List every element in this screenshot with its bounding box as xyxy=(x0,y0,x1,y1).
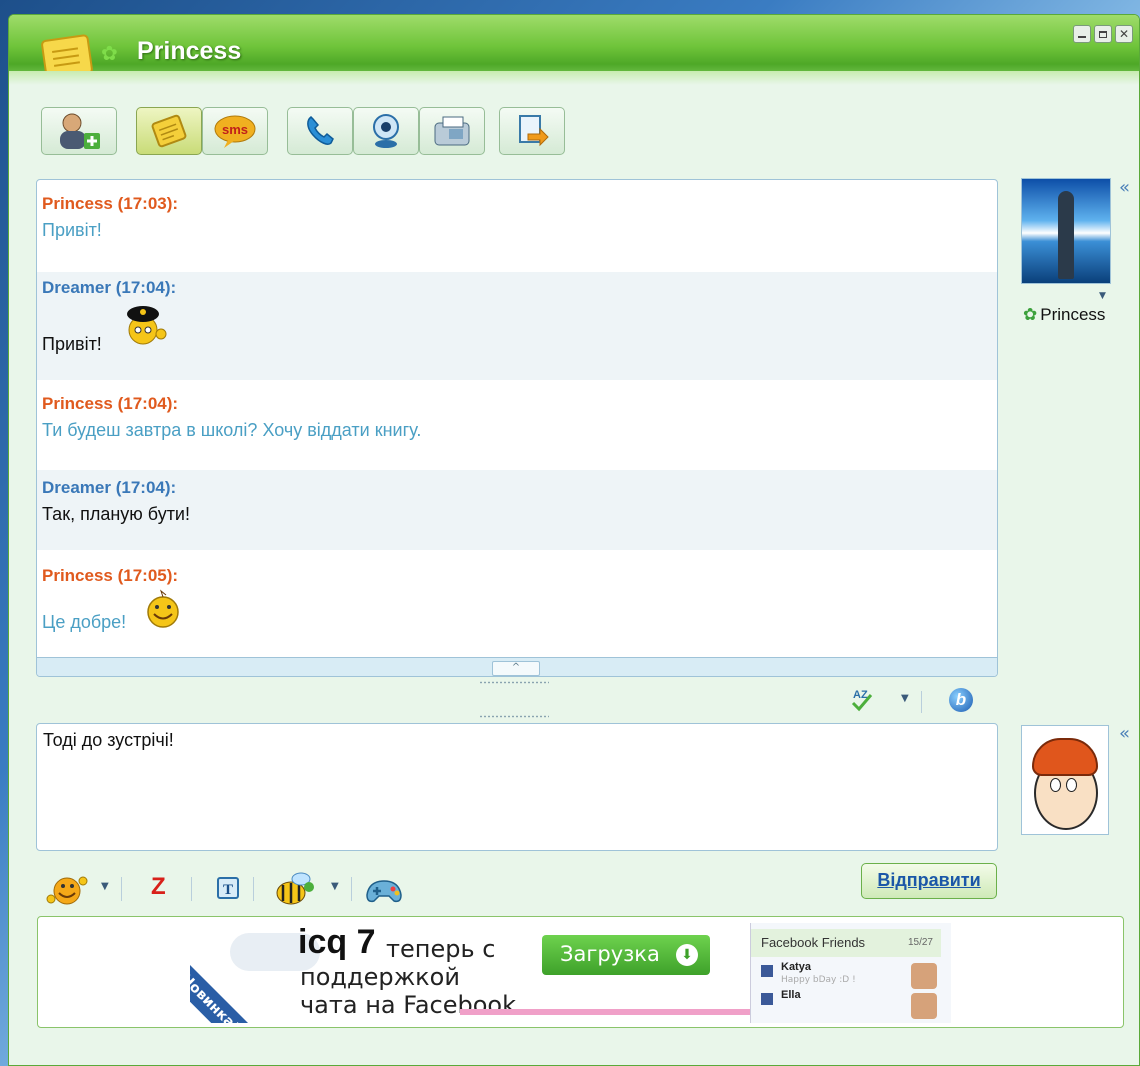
facebook-friend-photo xyxy=(911,963,937,989)
facebook-icon xyxy=(761,993,773,1005)
fax-icon xyxy=(434,116,470,146)
send-button[interactable]: Відправити xyxy=(861,863,997,899)
clover-status-icon: ✿ xyxy=(101,41,118,65)
gamepad-icon[interactable] xyxy=(361,871,407,909)
toolbar-divider xyxy=(253,877,254,901)
facebook-friends-count: 15/27 xyxy=(907,937,933,948)
message-sender: Dreamer (17:04): xyxy=(42,278,177,297)
ad-decor-bar xyxy=(460,1009,760,1015)
emoticons-icon[interactable] xyxy=(43,871,93,907)
facebook-friend-photo xyxy=(911,993,937,1019)
message-input[interactable]: Тоді до зустрічі! xyxy=(36,723,998,851)
note-icon xyxy=(151,114,187,148)
message-sender: Dreamer (17:04): xyxy=(42,478,177,497)
message-input-text[interactable]: Тоді до зустрічі! xyxy=(43,730,174,751)
bee-icon[interactable] xyxy=(271,869,317,909)
facebook-icon xyxy=(761,965,773,977)
sms-icon: sms xyxy=(214,115,256,148)
spellcheck-icon[interactable]: AZ xyxy=(849,685,883,715)
call-button[interactable] xyxy=(287,107,353,155)
contact-name[interactable]: ✿ Princess xyxy=(1023,305,1105,325)
nudge-button[interactable]: Z xyxy=(151,873,166,901)
sms-button[interactable]: sms xyxy=(202,107,268,155)
collapse-button[interactable]: ^ xyxy=(492,661,540,676)
phone-icon xyxy=(307,116,334,145)
window-title: Princess xyxy=(137,37,242,65)
webcam-icon xyxy=(373,114,399,148)
resize-grip[interactable] xyxy=(479,715,549,718)
video-button[interactable] xyxy=(353,107,419,155)
user-avatar-hair xyxy=(1032,738,1098,776)
chat-message: Dreamer (17:04): Привіт! xyxy=(37,272,997,380)
chat-message: Princess (17:03): Привіт! xyxy=(37,180,997,272)
facebook-friends-panel: Facebook Friends 15/27 Katya Happy bDay … xyxy=(750,923,951,1023)
bold-button[interactable]: b xyxy=(949,688,973,712)
smiley-icon xyxy=(147,589,179,628)
chat-message: Dreamer (17:04): Так, планую бути! xyxy=(37,470,997,550)
toolbar-divider xyxy=(921,691,922,713)
police-smiley-icon xyxy=(127,306,167,345)
facebook-friends-title: Facebook Friends xyxy=(761,935,866,950)
contact-avatar[interactable] xyxy=(1021,178,1111,284)
contact-avatar-figure xyxy=(1058,191,1074,279)
avatar-dropdown-icon[interactable]: ▼ xyxy=(1099,291,1106,301)
chat-history[interactable]: Princess (17:03): Привіт! Dreamer (17:04… xyxy=(36,179,998,677)
message-text: Це добре! xyxy=(42,612,127,632)
file-transfer-icon xyxy=(519,115,549,147)
facebook-friend: Katya xyxy=(781,961,811,973)
text-format-button[interactable]: T xyxy=(217,877,239,899)
message-text: Привіт! xyxy=(42,220,102,240)
maximize-button[interactable] xyxy=(1094,25,1112,43)
window-controls: ✕ xyxy=(1073,25,1133,43)
toolbar-divider xyxy=(191,877,192,901)
chat-footer: ^ xyxy=(37,657,997,676)
download-arrow-icon: ⬇ xyxy=(676,944,698,966)
ad-text-line2: поддержкой xyxy=(300,963,460,991)
ad-banner[interactable]: Новинка! icq 7 теперь с поддержкой чата … xyxy=(190,923,972,1023)
facebook-friends-header: Facebook Friends 15/27 xyxy=(751,929,941,957)
ad-logo: icq 7 xyxy=(298,923,376,961)
expand-user-button[interactable]: « xyxy=(1119,723,1130,744)
download-button[interactable]: Загрузка ⬇ xyxy=(542,935,710,975)
clover-status-icon: ✿ xyxy=(1023,305,1038,324)
message-sender: Princess (17:03): xyxy=(42,194,179,213)
chat-window: ✿ Princess ✕ sms Princess (17:03): Приві… xyxy=(8,14,1140,1066)
message-text: Так, планую бути! xyxy=(42,504,190,524)
message-sender: Princess (17:05): xyxy=(42,566,179,585)
chat-message: Princess (17:04): Ти будеш завтра в школ… xyxy=(37,380,997,470)
message-text: Привіт! xyxy=(42,334,102,354)
fax-button[interactable] xyxy=(419,107,485,155)
download-label: Загрузка xyxy=(560,942,660,966)
ad-text-line1: теперь с xyxy=(386,935,496,963)
note-app-icon xyxy=(40,33,94,81)
emoticons-dropdown-icon[interactable]: ▼ xyxy=(101,881,109,892)
add-user-icon xyxy=(60,113,100,149)
message-button[interactable] xyxy=(136,107,202,155)
toolbar-divider xyxy=(121,877,122,901)
spellcheck-dropdown-icon[interactable]: ▼ xyxy=(901,693,909,704)
title-bar[interactable]: ✿ Princess ✕ xyxy=(9,15,1139,85)
facebook-friend-status: Happy bDay :D ! xyxy=(781,975,856,985)
resize-grip[interactable] xyxy=(479,681,549,684)
ad-banner-frame: Новинка! icq 7 теперь с поддержкой чата … xyxy=(37,916,1124,1028)
sms-label: sms xyxy=(222,122,248,137)
facebook-friend: Ella xyxy=(781,989,801,1001)
contact-name-text: Princess xyxy=(1040,305,1106,324)
user-avatar-eye xyxy=(1066,778,1077,792)
message-sender: Princess (17:04): xyxy=(42,394,179,413)
bee-dropdown-icon[interactable]: ▼ xyxy=(331,881,339,892)
chat-message: Princess (17:05): Це добре! xyxy=(37,550,997,660)
file-transfer-button[interactable] xyxy=(499,107,565,155)
toolbar-divider xyxy=(351,877,352,901)
message-text: Ти будеш завтра в школі? Хочу віддати кн… xyxy=(42,420,422,440)
expand-contact-button[interactable]: « xyxy=(1119,177,1130,198)
add-contact-button[interactable] xyxy=(41,107,117,155)
minimize-button[interactable] xyxy=(1073,25,1091,43)
close-button[interactable]: ✕ xyxy=(1115,25,1133,43)
user-avatar[interactable] xyxy=(1021,725,1109,835)
user-avatar-eye xyxy=(1050,778,1061,792)
